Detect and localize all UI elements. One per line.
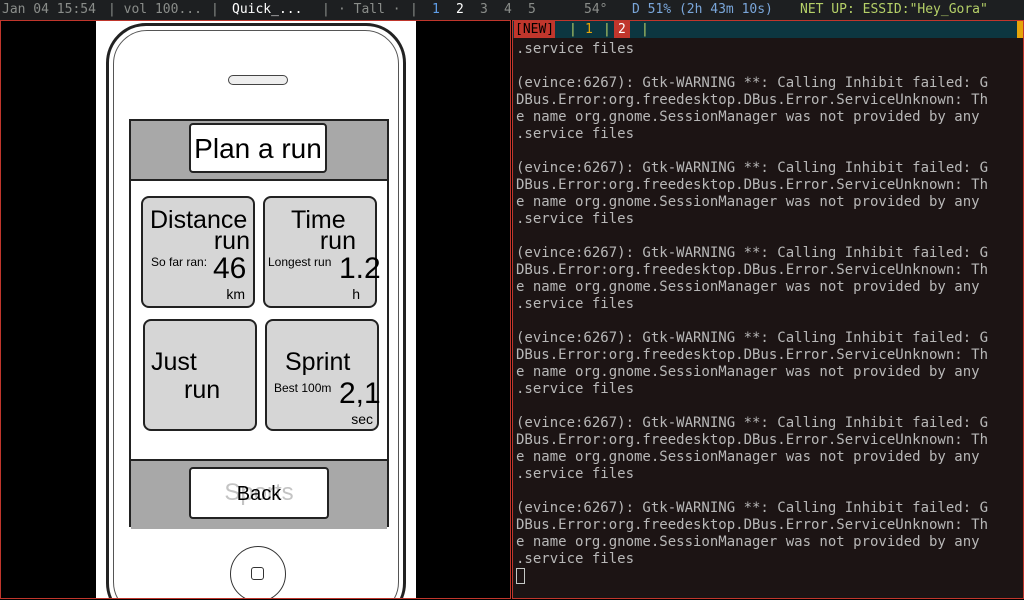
plan-run-button[interactable]: Plan a run	[189, 123, 327, 173]
tile-title: run	[213, 227, 250, 255]
time-run-tile[interactable]: Time run Longest run 1.2 h	[263, 196, 381, 308]
home-button[interactable]	[230, 546, 286, 598]
tile-value: 46	[213, 252, 247, 285]
terminal-line: DBus.Error:org.freedesktop.DBus.Error.Se…	[516, 517, 989, 533]
terminal-line: (evince:6267): Gtk-WARNING **: Calling I…	[516, 160, 989, 176]
just-run-tile[interactable]: Just run	[143, 319, 257, 431]
status-separator: |	[322, 2, 330, 17]
terminal-line: DBus.Error:org.freedesktop.DBus.Error.Se…	[516, 347, 989, 363]
tmux-window-2[interactable]: 2	[614, 21, 630, 38]
tile-title: run	[184, 376, 221, 404]
workspace-1[interactable]: 1	[432, 0, 440, 20]
terminal-line: .service files	[516, 126, 635, 142]
tile-title: Sprint	[285, 348, 351, 376]
status-layout[interactable]: · Tall ·	[338, 0, 401, 20]
status-temperature: 54°	[584, 2, 608, 17]
screen-header: Plan a run	[131, 121, 387, 181]
tile-caption: Best 100m	[274, 381, 332, 395]
back-button[interactable]: Sports Back	[189, 467, 329, 519]
terminal-line: .service files	[516, 381, 635, 397]
status-bar: Jan 04 15:54 | vol 100... | Quick_... | …	[0, 0, 1024, 20]
screen-footer: Sports Back	[131, 459, 387, 529]
terminal-line: e name org.gnome.SessionManager was not …	[516, 194, 980, 210]
phone-screen: Plan a run Distance run So far ran: 46 k…	[129, 119, 389, 529]
status-volume: | vol 100...	[108, 2, 202, 17]
status-separator: |	[211, 2, 219, 17]
terminal-line: .service files	[516, 551, 635, 567]
terminal-line: (evince:6267): Gtk-WARNING **: Calling I…	[516, 500, 989, 516]
tmux-status-bar: [NEW] | 1 | 2 |	[513, 21, 1017, 38]
terminal-output[interactable]: .service files (evince:6267): Gtk-WARNIN…	[516, 41, 1022, 587]
terminal-line: .service files	[516, 211, 635, 227]
terminal-cursor	[516, 568, 525, 584]
tile-title: Just	[151, 348, 197, 376]
tile-caption: So far ran:	[151, 255, 208, 269]
tmux-bar-end	[1017, 21, 1023, 38]
terminal-line: (evince:6267): Gtk-WARNING **: Calling I…	[516, 245, 989, 261]
phone-mockup-canvas: Plan a run Distance run So far ran: 46 k…	[96, 21, 416, 598]
workspace-3[interactable]: 3	[480, 0, 488, 20]
terminal-line: (evince:6267): Gtk-WARNING **: Calling I…	[516, 415, 989, 431]
terminal-line: .service files	[516, 296, 635, 312]
workspace-2[interactable]: 2	[456, 0, 464, 20]
terminal-line: (evince:6267): Gtk-WARNING **: Calling I…	[516, 75, 989, 91]
terminal-line: DBus.Error:org.freedesktop.DBus.Error.Se…	[516, 177, 989, 193]
tile-value: 2,1	[339, 377, 381, 410]
status-datetime: Jan 04 15:54	[2, 2, 96, 17]
phone-speaker	[228, 75, 288, 85]
distance-run-tile[interactable]: Distance run So far ran: 46 km	[141, 196, 255, 308]
tile-unit: km	[226, 286, 245, 302]
workspace-5[interactable]: 5	[528, 0, 536, 20]
tile-caption: Longest run	[268, 255, 332, 269]
status-battery: D 51% (2h 43m 10s)	[632, 2, 773, 17]
terminal-line: DBus.Error:org.freedesktop.DBus.Error.Se…	[516, 432, 989, 448]
tile-title: run	[319, 227, 356, 255]
terminal-line: e name org.gnome.SessionManager was not …	[516, 364, 980, 380]
tile-unit: h	[352, 286, 360, 302]
status-separator: |	[410, 2, 418, 17]
terminal-line: DBus.Error:org.freedesktop.DBus.Error.Se…	[516, 92, 989, 108]
status-network: NET UP: ESSID:"Hey_Gora"	[800, 2, 988, 17]
terminal-line: .service files	[516, 41, 635, 57]
tmux-new-label: [NEW]	[514, 21, 556, 38]
terminal-line: DBus.Error:org.freedesktop.DBus.Error.Se…	[516, 262, 989, 278]
terminal-line: e name org.gnome.SessionManager was not …	[516, 449, 980, 465]
terminal-line: e name org.gnome.SessionManager was not …	[516, 109, 980, 125]
back-label: Back	[236, 483, 282, 505]
terminal-line: e name org.gnome.SessionManager was not …	[516, 534, 980, 550]
tmux-window-1[interactable]: 1	[585, 21, 593, 38]
terminal-line: e name org.gnome.SessionManager was not …	[516, 279, 980, 295]
terminal-line: .service files	[516, 466, 635, 482]
terminal-pane[interactable]: [NEW] | 1 | 2 | .service files (evince:6…	[512, 20, 1024, 599]
mockup-pane: Plan a run Distance run So far ran: 46 k…	[0, 20, 511, 599]
status-window-title: Quick_...	[232, 2, 303, 17]
tile-unit: sec	[351, 411, 373, 427]
terminal-line: (evince:6267): Gtk-WARNING **: Calling I…	[516, 330, 989, 346]
workspace-4[interactable]: 4	[504, 0, 512, 20]
tile-value: 1.2	[339, 252, 381, 285]
sprint-tile[interactable]: Sprint Best 100m 2,1 sec	[265, 319, 381, 431]
